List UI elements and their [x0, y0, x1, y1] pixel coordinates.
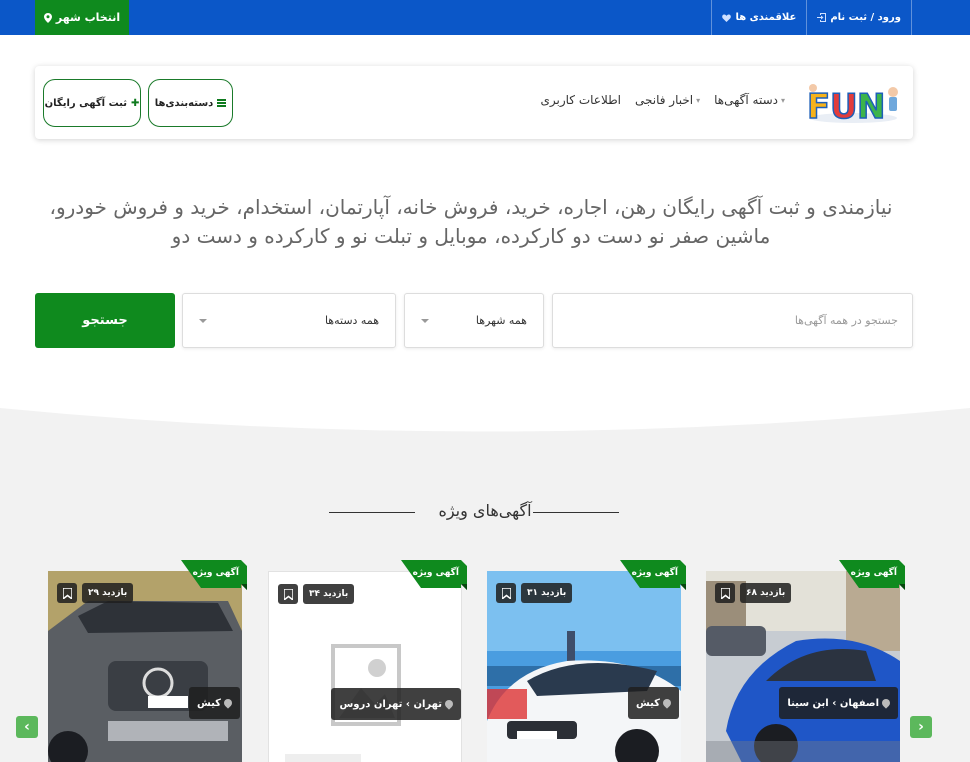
map-pin-icon	[43, 12, 52, 23]
nav-ad-categories[interactable]: دسته آگهی‌ها ▾	[714, 93, 785, 107]
blue-sports-car-image	[706, 571, 900, 762]
location-label: کیش	[196, 697, 221, 709]
white-bmw-image	[487, 571, 681, 762]
views-badge: ۳۱ بازدید	[521, 583, 573, 603]
grey-mercedes-pickup-image	[48, 571, 242, 762]
featured-ribbon-label: آگهی ویژه	[850, 568, 897, 578]
post-free-ad-label: ثبت آگهی رایگان	[44, 97, 127, 109]
login-register-label: ورود / ثبت نام	[830, 12, 901, 23]
city-select[interactable]: همه شهرها	[404, 293, 544, 348]
top-links: ورود / ثبت نام علاقمندی ها	[711, 0, 970, 35]
views-badge: ۲۹ بازدید	[82, 583, 134, 603]
featured-card[interactable]: ۲۹ بازدید کیش	[48, 571, 242, 762]
nav-user-info-label: اطلاعات کاربری	[540, 93, 622, 107]
location-badge: اصفهان › ابن سینا	[779, 687, 898, 719]
search-button[interactable]: جستجو	[35, 293, 175, 348]
map-pin-icon	[443, 698, 455, 710]
featured-card[interactable]: ۶۸ بازدید اصفهان › ابن سینا	[706, 571, 900, 762]
map-pin-icon	[222, 697, 234, 709]
category-select[interactable]: همه دسته‌ها	[182, 293, 396, 348]
featured-ribbon-label: آگهی ویژه	[412, 568, 459, 578]
site-logo[interactable]: F U N	[803, 78, 903, 126]
heart-icon	[722, 13, 732, 22]
map-pin-icon	[661, 697, 673, 709]
header-card: F U N دسته آگهی‌ها ▾ اخبار فانجی ▾ اطلاع…	[35, 66, 913, 139]
svg-text:N: N	[857, 87, 885, 126]
nav-news[interactable]: اخبار فانجی ▾	[635, 93, 700, 107]
dropdown-arrow-icon	[199, 318, 207, 323]
search-placeholder: جستجو در همه آگهی‌ها	[794, 314, 898, 327]
favorites-label: علاقمندی ها	[735, 12, 797, 23]
bookmark-icon[interactable]	[496, 583, 516, 603]
location-label: کیش	[635, 697, 660, 709]
main-nav: دسته آگهی‌ها ▾ اخبار فانجی ▾ اطلاعات کار…	[541, 93, 786, 107]
categories-button-label: دسته‌بندی‌ها	[154, 97, 214, 109]
bookmark-icon[interactable]	[57, 583, 77, 603]
featured-title: آگهی‌های ویژه	[438, 501, 532, 520]
chevron-right-icon: ›	[918, 719, 924, 735]
select-city-button[interactable]: انتخاب شهر	[35, 0, 129, 35]
select-city-label: انتخاب شهر	[55, 11, 121, 24]
location-badge: کیش	[188, 687, 240, 719]
location-label: تهران › تهران دروس	[339, 698, 442, 710]
section-curve	[0, 370, 970, 440]
featured-ribbon: آگهی ویژه	[181, 560, 247, 590]
category-select-value: همه دسته‌ها	[324, 314, 379, 327]
featured-card[interactable]: ۳۱ بازدید کیش	[487, 571, 681, 762]
nav-user-info[interactable]: اطلاعات کاربری	[541, 93, 622, 107]
favorites-link[interactable]: علاقمندی ها	[711, 0, 806, 35]
nav-ad-categories-label: دسته آگهی‌ها	[714, 93, 778, 107]
post-free-ad-button[interactable]: ثبت آگهی رایگان ✚	[43, 79, 141, 127]
city-select-value: همه شهرها	[475, 314, 527, 327]
featured-card[interactable]: ۳۴ بازدید تهران › تهران دروس	[268, 571, 462, 762]
location-label: اصفهان › ابن سینا	[787, 697, 879, 709]
featured-ribbon-label: آگهی ویژه	[192, 568, 239, 578]
top-bar: انتخاب شهر ورود / ثبت نام علاقمندی ها	[0, 0, 970, 35]
featured-ribbon-label: آگهی ویژه	[631, 568, 678, 578]
chevron-down-icon: ▾	[780, 95, 785, 105]
views-badge: ۶۸ بازدید	[740, 583, 792, 603]
chevron-down-icon: ▾	[696, 95, 701, 105]
carousel-prev-button[interactable]: ‹	[16, 716, 38, 738]
bookmark-icon[interactable]	[715, 583, 735, 603]
chevron-left-icon: ‹	[24, 719, 30, 735]
map-pin-icon	[880, 697, 892, 709]
featured-ribbon: آگهی ویژه	[401, 560, 467, 590]
location-badge: تهران › تهران دروس	[331, 688, 461, 720]
carousel-next-button[interactable]: ›	[910, 716, 932, 738]
featured-ribbon: آگهی ویژه	[839, 560, 905, 590]
nav-news-label: اخبار فانجی	[635, 93, 694, 107]
location-badge: کیش	[627, 687, 679, 719]
svg-text:F: F	[807, 87, 830, 126]
bookmark-icon[interactable]	[278, 584, 298, 604]
login-register-link[interactable]: ورود / ثبت نام	[806, 0, 912, 35]
search-input[interactable]: جستجو در همه آگهی‌ها	[552, 293, 913, 348]
views-badge: ۳۴ بازدید	[303, 584, 355, 604]
plus-icon: ✚	[131, 97, 140, 109]
list-icon	[217, 99, 227, 107]
featured-ribbon: آگهی ویژه	[620, 560, 686, 590]
categories-button[interactable]: دسته‌بندی‌ها	[148, 79, 233, 127]
svg-text:U: U	[830, 87, 858, 126]
login-icon	[817, 13, 827, 22]
hero-title: نیازمندی و ثبت آگهی رایگان رهن، اجاره، خ…	[49, 195, 893, 248]
dropdown-arrow-icon	[421, 318, 429, 323]
